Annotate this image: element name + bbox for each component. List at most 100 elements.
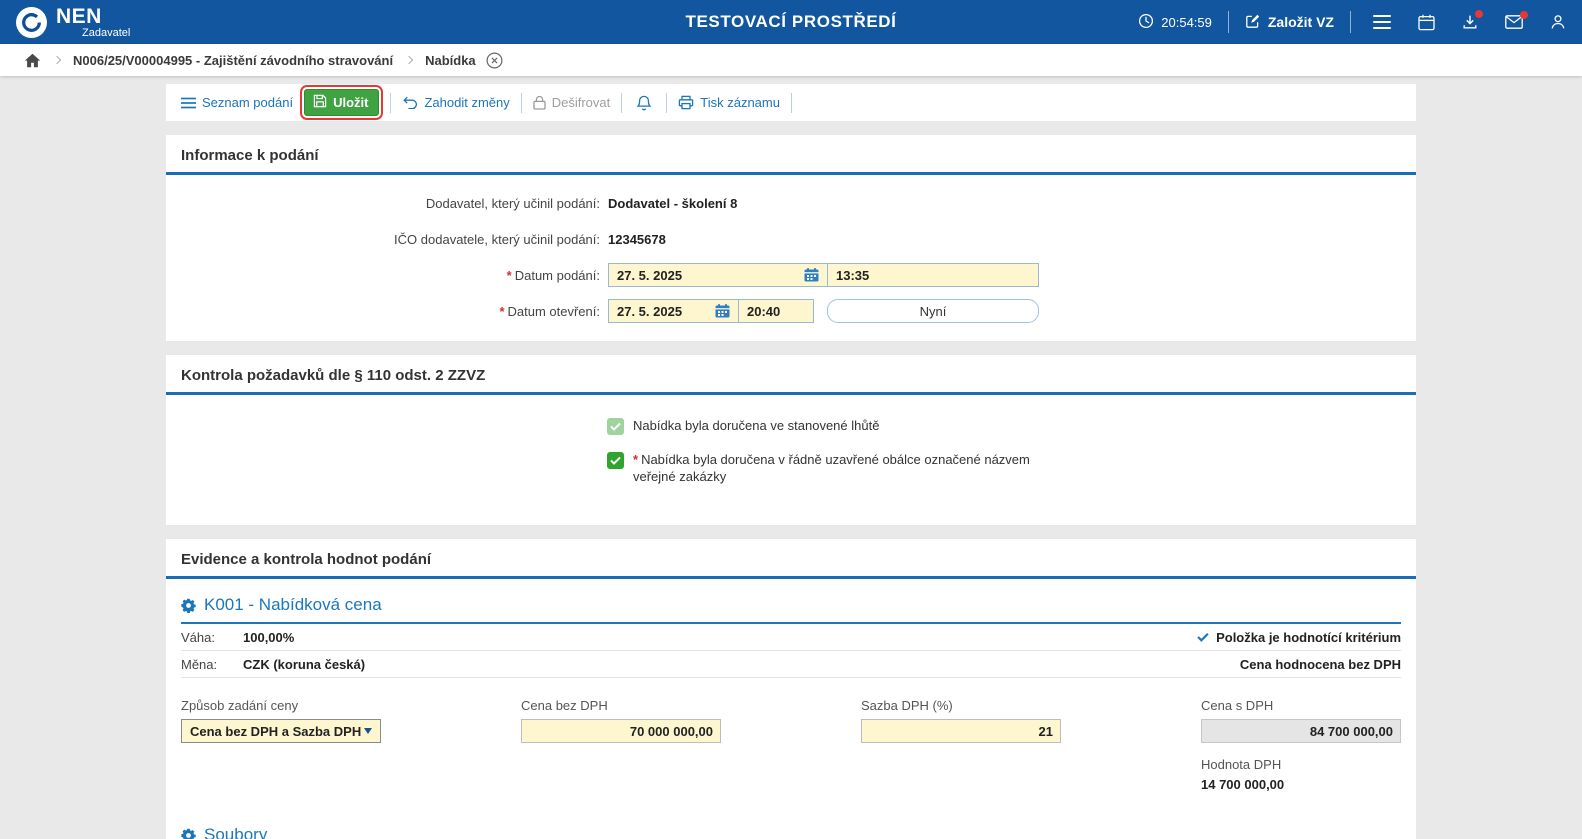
soubory-block: Soubory xyxy=(181,817,1401,839)
cena-bez-dph-label: Cena bez DPH xyxy=(521,698,721,714)
section-title: Informace k podání xyxy=(166,135,1416,172)
check-row-obalka: *Nabídka byla doručena v řádně uzavřené … xyxy=(607,451,1401,485)
print-record-label: Tisk záznamu xyxy=(700,95,780,110)
toolbar-separator xyxy=(621,93,622,113)
brand-role: Zadavatel xyxy=(82,28,130,39)
nen-logo[interactable] xyxy=(16,7,47,38)
chevron-down-icon xyxy=(364,728,372,734)
info-row: Dodavatel, který učinil podání: Dodavate… xyxy=(181,191,1401,215)
toolbar-separator xyxy=(791,93,792,113)
save-button[interactable]: Uložit xyxy=(304,89,379,116)
check-icon xyxy=(610,456,621,465)
nyni-button[interactable]: Nyní xyxy=(827,299,1039,323)
checkbox-lhuta[interactable] xyxy=(607,418,624,435)
k001-heading: K001 - Nabídková cena xyxy=(181,587,1401,622)
toolbar-separator xyxy=(666,93,667,113)
zpusob-selected-value: Cena bez DPH a Sazba DPH xyxy=(190,724,361,739)
cena-bez-dph-input[interactable]: 70 000 000,00 xyxy=(521,719,721,743)
user-icon[interactable] xyxy=(1550,14,1566,30)
price-fields-grid: Způsob zadání ceny Cena bez DPH a Sazba … xyxy=(181,698,1401,793)
seznam-podani-label: Seznam podání xyxy=(202,95,293,110)
lock-icon xyxy=(533,95,546,110)
mail-icon[interactable] xyxy=(1505,15,1523,29)
cena-bez-dph-field: Cena bez DPH 70 000 000,00 xyxy=(521,698,721,793)
hodnoceni-note: Cena hodnocena bez DPH xyxy=(1240,657,1401,672)
checkbox-obalka[interactable] xyxy=(607,452,624,469)
supplier-label: Dodavatel, který učinil podání: xyxy=(181,196,600,211)
calendar-picker-icon[interactable] xyxy=(715,304,730,318)
datum-otevreni-time-field[interactable]: 20:40 xyxy=(738,299,814,323)
k001-title: K001 - Nabídková cena xyxy=(204,595,382,615)
vaha-label: Váha: xyxy=(181,630,243,645)
sazba-dph-label: Sazba DPH (%) xyxy=(861,698,1061,714)
clock-time: 20:54:59 xyxy=(1161,15,1212,30)
sazba-dph-input[interactable]: 21 xyxy=(861,719,1061,743)
info-row: *Datum otevření: 27. 5. 2025 20:40 xyxy=(181,299,1401,323)
required-asterisk: * xyxy=(633,452,638,467)
kriterium-note: Položka je hodnotící kritérium xyxy=(1197,630,1401,645)
nen-logo-icon xyxy=(21,12,42,33)
required-asterisk: * xyxy=(499,304,504,319)
toolbar-separator xyxy=(390,93,391,113)
brand-name: NEN xyxy=(56,6,130,27)
datum-otevreni-date-field[interactable]: 27. 5. 2025 xyxy=(608,299,739,323)
undo-icon xyxy=(402,96,418,109)
datum-podani-label: *Datum podání: xyxy=(181,268,600,283)
close-circle-icon[interactable] xyxy=(486,52,503,69)
breadcrumb-item-contract[interactable]: N006/25/V00004995 - Zajištění závodního … xyxy=(73,53,393,68)
calendar-picker-icon[interactable] xyxy=(804,268,819,282)
create-vz-label: Založit VZ xyxy=(1268,14,1334,30)
download-icon[interactable] xyxy=(1462,14,1478,30)
section-kontrola-pozadavku: Kontrola požadavků dle § 110 odst. 2 ZZV… xyxy=(166,355,1416,525)
discard-changes-button[interactable]: Zahodit změny xyxy=(402,95,509,110)
breadcrumb-item-nabidka[interactable]: Nabídka xyxy=(425,53,476,68)
check-row-lhuta: Nabídka byla doručena ve stanovené lhůtě xyxy=(607,417,1401,435)
datum-otevreni-label: *Datum otevření: xyxy=(181,304,600,319)
zpusob-label: Způsob zadání ceny xyxy=(181,698,381,714)
breadcrumb-chevron-icon xyxy=(405,56,413,64)
print-record-button[interactable]: Tisk záznamu xyxy=(678,95,780,110)
datum-otevreni-time-value: 20:40 xyxy=(747,304,780,319)
session-clock: 20:54:59 xyxy=(1138,13,1212,32)
clock-icon xyxy=(1138,13,1154,32)
hodnota-dph-value: 14 700 000,00 xyxy=(1201,777,1284,792)
row-divider xyxy=(181,677,1401,678)
environment-title: TESTOVACÍ PROSTŘEDÍ xyxy=(685,12,896,32)
vaha-value: 100,00% xyxy=(243,630,294,645)
menu-icon[interactable] xyxy=(1373,15,1391,29)
brand-area: NEN Zadavatel xyxy=(16,6,130,39)
create-vz-button[interactable]: Založit VZ xyxy=(1245,13,1334,32)
discard-changes-label: Zahodit změny xyxy=(424,95,509,110)
calendar-icon[interactable] xyxy=(1418,14,1435,31)
mena-label: Měna: xyxy=(181,657,243,672)
datum-podani-date-value: 27. 5. 2025 xyxy=(617,268,682,283)
evidence-body: K001 - Nabídková cena Váha: 100,00% Polo… xyxy=(166,579,1416,839)
required-asterisk: * xyxy=(507,268,512,283)
topbar-separator xyxy=(1350,11,1351,33)
hodnota-dph-label: Hodnota DPH xyxy=(1201,757,1401,773)
check-label-obalka: *Nabídka byla doručena v řádně uzavřené … xyxy=(633,451,1037,485)
topbar-icon-group xyxy=(1373,14,1566,31)
mail-badge xyxy=(1520,11,1528,19)
printer-icon xyxy=(678,95,694,110)
decrypt-button[interactable]: Dešifrovat xyxy=(533,95,611,110)
cena-s-dph-field: Cena s DPH 84 700 000,00 Hodnota DPH 14 … xyxy=(1201,698,1401,793)
bell-icon[interactable] xyxy=(633,95,655,111)
topbar-actions: 20:54:59 Založit VZ xyxy=(1138,11,1566,33)
seznam-podani-button[interactable]: Seznam podání xyxy=(181,95,293,110)
ico-value: 12345678 xyxy=(608,232,666,247)
gear-icon xyxy=(181,598,196,613)
save-icon xyxy=(313,94,327,111)
topbar-separator xyxy=(1228,11,1229,33)
soubory-heading: Soubory xyxy=(181,817,1401,839)
zpusob-select[interactable]: Cena bez DPH a Sazba DPH xyxy=(181,719,381,743)
decrypt-label: Dešifrovat xyxy=(552,95,611,110)
ico-label: IČO dodavatele, který učinil podání: xyxy=(181,232,600,247)
home-icon[interactable] xyxy=(24,53,41,68)
datum-podani-time-field[interactable]: 13:35 xyxy=(827,263,1039,287)
info-row: *Datum podání: 27. 5. 2025 13:35 xyxy=(181,263,1401,287)
datum-podani-time-value: 13:35 xyxy=(836,268,869,283)
vaha-row: Váha: 100,00% Položka je hodnotící krité… xyxy=(181,624,1401,650)
datum-podani-date-field[interactable]: 27. 5. 2025 xyxy=(608,263,828,287)
save-label: Uložit xyxy=(333,95,368,110)
